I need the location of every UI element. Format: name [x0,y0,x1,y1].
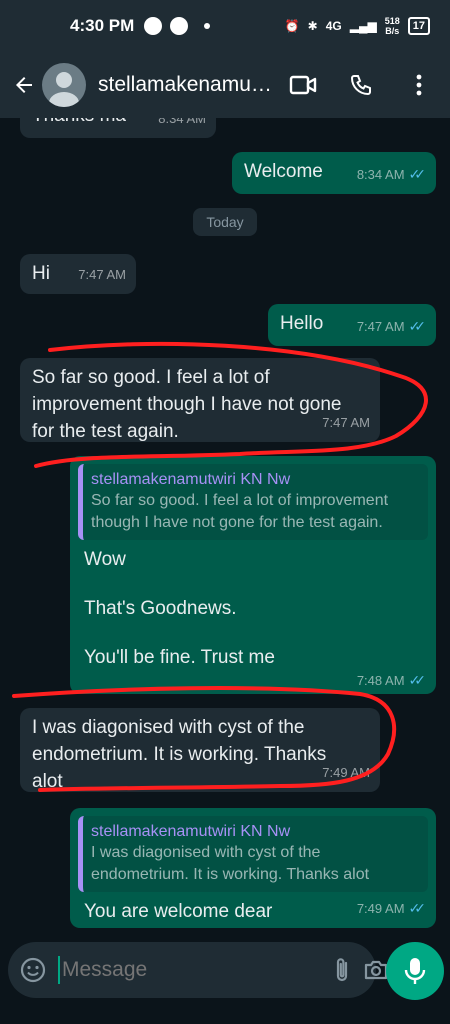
emoji-icon[interactable] [20,954,46,986]
message-time: 7:48 AM [356,673,405,688]
quoted-author: stellamakenamutwiri KN Nw [91,823,291,840]
quoted-message[interactable]: stellamakenamutwiri KN Nw So far so good… [78,464,428,540]
notification-icon [144,17,163,35]
speed-unit: B/s [385,26,400,36]
voice-record-button[interactable] [386,942,444,1000]
message-outgoing[interactable]: Welcome 8:34 AM ✓✓ [232,152,436,194]
battery-indicator: 17 [407,17,430,35]
message-time: 7:49 AM [356,901,405,916]
message-line: Wow [84,549,126,570]
message-time: 7:47 AM [78,267,126,282]
quoted-message[interactable]: stellamakenamutwiri KN Nw I was diagonis… [78,816,428,892]
message-time: 8:34 AM [356,167,405,182]
quoted-text: So far so good. I feel a lot of improvem… [91,492,389,531]
read-ticks-icon: ✓✓ [408,166,427,182]
message-text: I was diagonised with cyst of the endome… [32,717,327,792]
message-time: 7:47 AM [356,319,405,334]
attach-icon[interactable] [333,954,351,986]
message-time: 7:47 AM [322,415,370,430]
read-ticks-icon: ✓✓ [408,318,427,334]
read-ticks-icon: ✓✓ [408,900,427,916]
message-input[interactable] [58,956,333,984]
message-outgoing[interactable]: Hello 7:47 AM ✓✓ [268,304,436,346]
whatsapp-notification-icon [170,17,189,35]
contact-avatar[interactable] [42,63,86,107]
message-text: Welcome [244,161,323,182]
message-incoming[interactable]: I was diagonised with cyst of the endome… [20,708,380,792]
bluetooth-icon: ✱ [307,19,318,33]
more-notifications-icon [204,23,211,29]
message-outgoing-reply[interactable]: stellamakenamutwiri KN Nw So far so good… [70,456,436,694]
message-line: That's Goodnews. [84,598,237,619]
more-options-icon[interactable] [404,70,434,100]
alarm-icon: ⏰ [284,19,300,33]
video-call-icon[interactable] [288,70,318,100]
message-text: Hello [280,313,324,334]
speed-value: 518 [384,16,400,26]
message-composer [8,942,388,998]
microphone-icon [404,958,426,984]
back-arrow-icon[interactable] [10,71,38,99]
signal-icon: ▂▄▆ [349,19,377,33]
voice-call-icon[interactable] [346,70,376,100]
network-speed: 518 B/s [385,16,400,36]
conversation[interactable]: Thanks ma 8:34 AM Welcome 8:34 AM✓✓ Toda… [0,118,450,946]
status-time: 4:30 PM [70,16,135,35]
status-bar: 4:30 PM ⏰ ✱ 4G ▂▄▆ 518 B/s 17 [0,0,450,52]
message-outgoing-reply[interactable]: stellamakenamutwiri KN Nw I was diagonis… [70,808,436,928]
status-indicators: ⏰ ✱ 4G ▂▄▆ 518 B/s 17 [285,16,430,36]
network-label: 4G [325,19,342,33]
contact-name[interactable]: stellamakenamu… [98,73,284,97]
message-incoming[interactable]: Thanks ma 8:34 AM [20,118,216,138]
date-separator: Today [193,208,257,236]
message-text: So far so good. I feel a lot of improvem… [32,367,342,442]
message-text: Thanks ma [32,118,126,126]
message-time: 7:49 AM [322,765,370,780]
quoted-author: stellamakenamutwiri KN Nw [91,471,291,488]
chat-header: stellamakenamu… [0,52,450,118]
message-text: Hi [32,263,50,284]
message-time: 8:34 AM [158,118,206,126]
message-incoming[interactable]: So far so good. I feel a lot of improvem… [20,358,380,442]
read-ticks-icon: ✓✓ [408,672,427,688]
quoted-text: I was diagonised with cyst of the endome… [91,844,370,883]
message-incoming[interactable]: Hi 7:47 AM [20,254,136,294]
